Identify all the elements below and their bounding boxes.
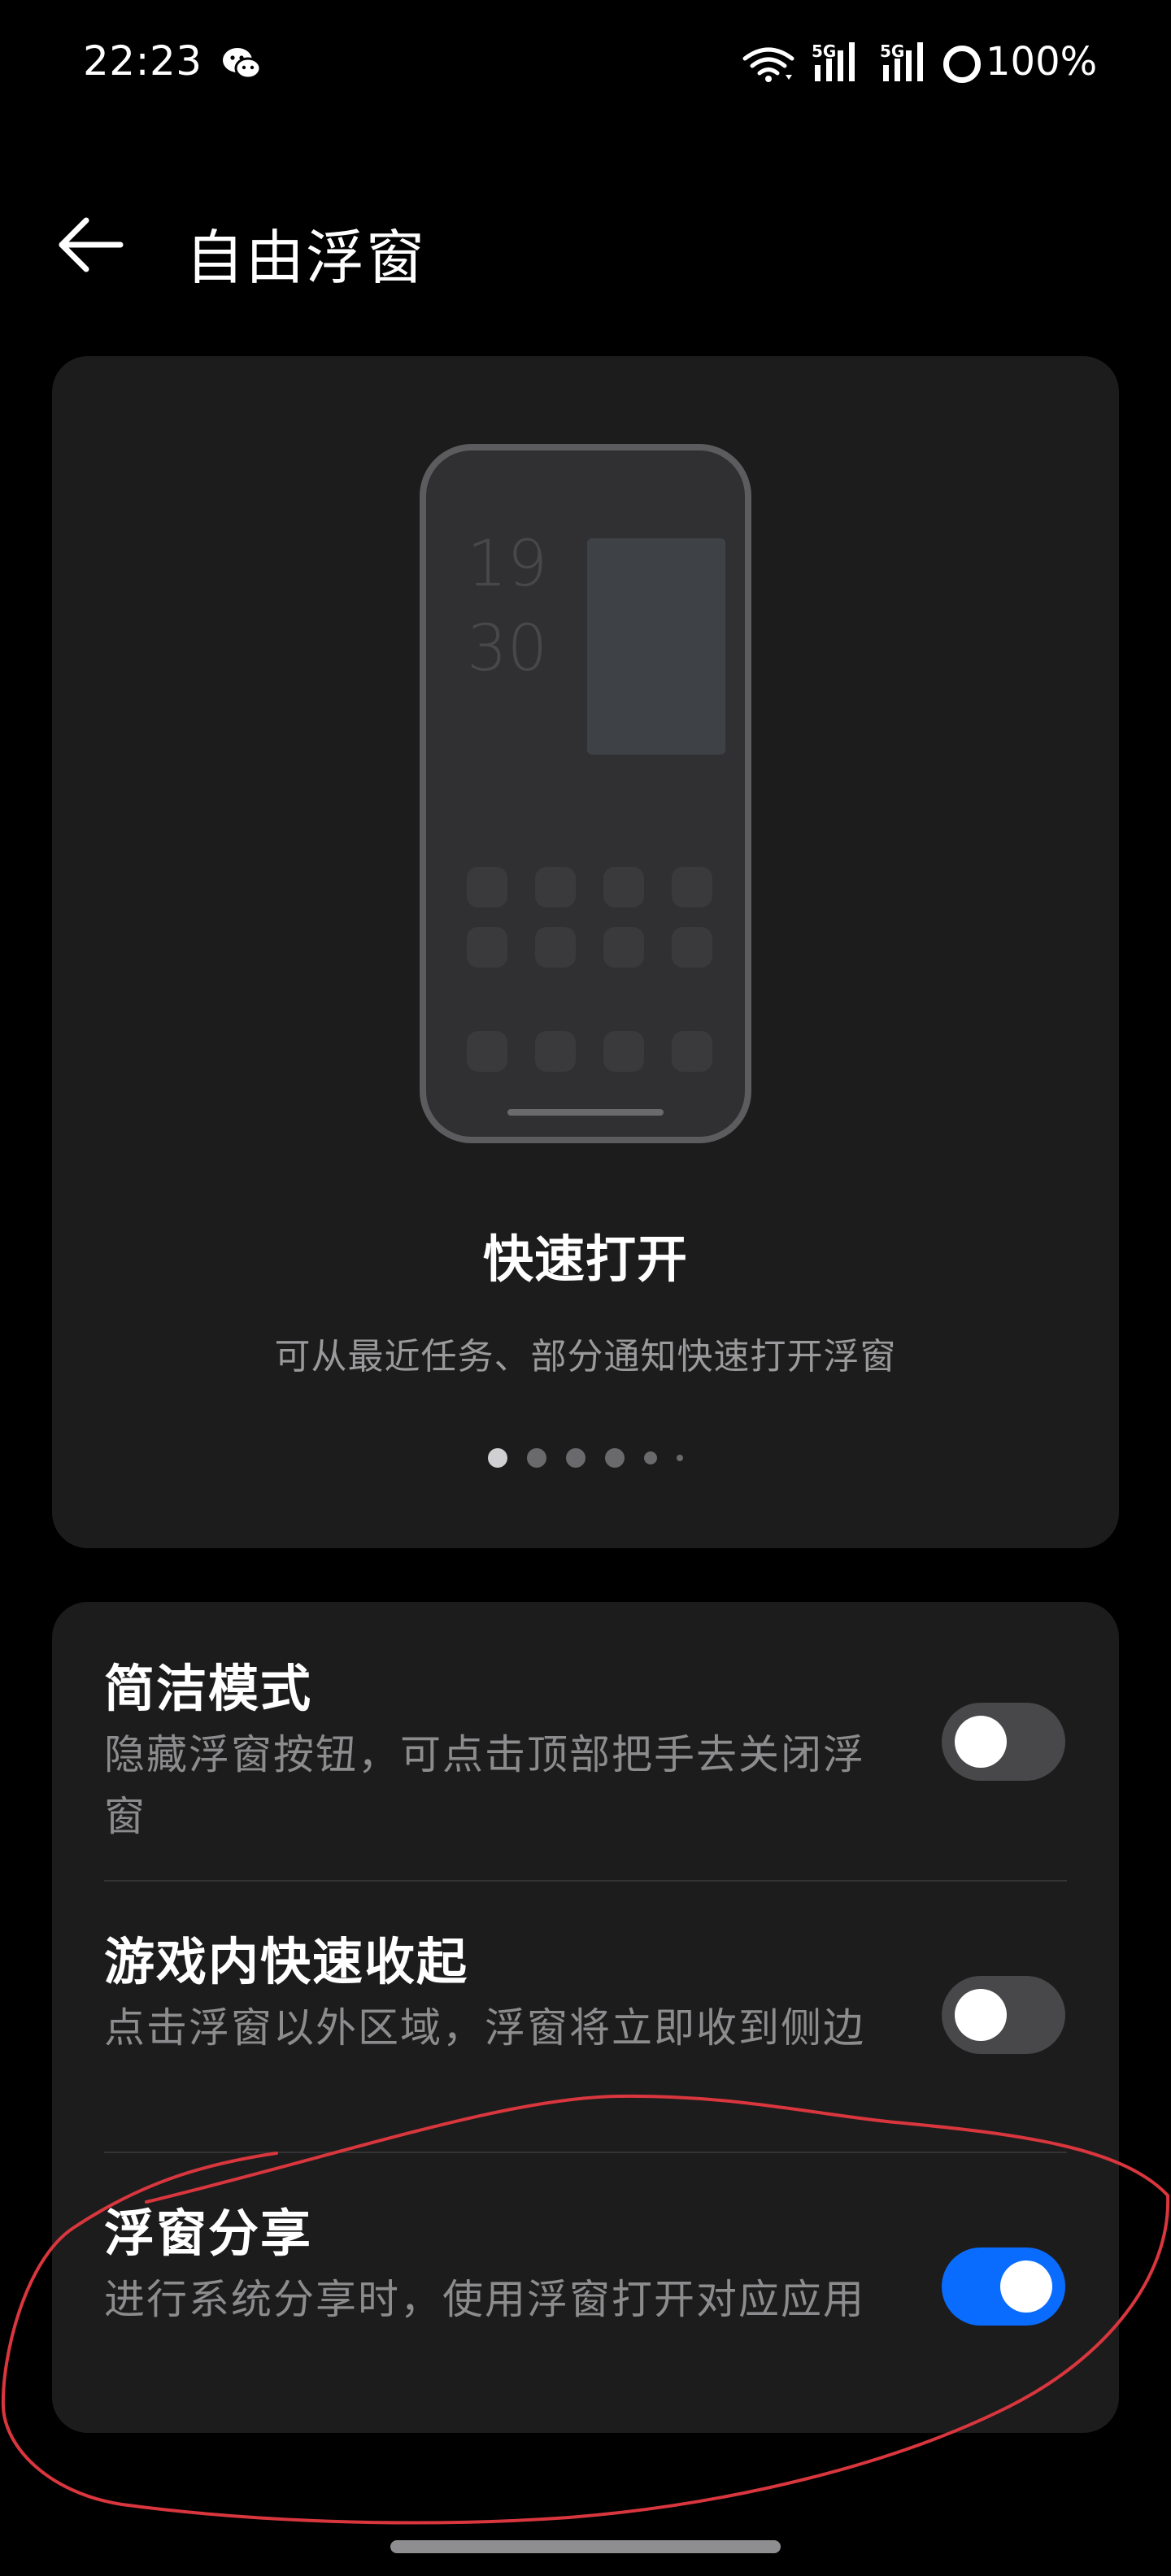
svg-text:5G: 5G — [812, 41, 836, 61]
page-dot-2[interactable] — [527, 1448, 546, 1468]
arrow-left-icon[interactable] — [57, 216, 125, 273]
setting-row-game-quick-collapse[interactable]: 游戏内快速收起 点击浮窗以外区域，浮窗将立即收到侧边 — [52, 1875, 1119, 2147]
clock-hour: 19 — [467, 528, 548, 601]
page-dot-5[interactable] — [644, 1451, 657, 1464]
setting-title: 游戏内快速收起 — [104, 1932, 469, 1991]
game-quick-collapse-toggle[interactable] — [942, 1976, 1065, 2054]
setting-title: 浮窗分享 — [104, 2204, 313, 2263]
setting-description: 进行系统分享时，使用浮窗打开对应应用 — [104, 2276, 865, 2323]
battery-level: 100% — [986, 39, 1098, 85]
status-time: 22:23 — [83, 37, 202, 85]
compact-mode-toggle[interactable] — [942, 1703, 1065, 1781]
status-bar: 22:23 5G 5G 100% — [0, 0, 1171, 122]
app-icon — [672, 927, 712, 968]
app-icon — [467, 927, 507, 968]
page-dot-6[interactable] — [677, 1455, 683, 1461]
clock-widget: 19 30 — [467, 522, 547, 691]
5g-signal-icon-2: 5G — [880, 41, 923, 81]
feature-preview-card[interactable]: 19 30 快速打开 可从最近任务、部分通知快速打开浮窗 — [52, 356, 1119, 1548]
battery-ring-icon — [943, 46, 981, 83]
app-icon — [603, 927, 644, 968]
toggle-knob — [955, 1716, 1007, 1768]
setting-description: 点击浮窗以外区域，浮窗将立即收到侧边 — [104, 2004, 865, 2052]
settings-card: 简洁模式 隐藏浮窗按钮，可点击顶部把手去关闭浮窗 游戏内快速收起 点击浮窗以外区… — [52, 1602, 1119, 2433]
app-icon — [535, 867, 576, 907]
dock-icon — [603, 1031, 644, 1072]
setting-row-floating-share[interactable]: 浮窗分享 进行系统分享时，使用浮窗打开对应应用 — [52, 2147, 1119, 2418]
page-dot-4[interactable] — [605, 1448, 625, 1468]
wifi-icon — [742, 47, 794, 82]
clock-minute: 30 — [467, 612, 548, 685]
toggle-knob — [1000, 2261, 1052, 2313]
5g-signal-icon: 5G — [812, 41, 855, 81]
phone-home-indicator — [507, 1109, 664, 1116]
page-dot-1[interactable] — [488, 1448, 507, 1468]
app-icon — [603, 867, 644, 907]
floating-share-toggle[interactable] — [942, 2247, 1065, 2326]
app-icon — [535, 927, 576, 968]
setting-title: 简洁模式 — [104, 1659, 313, 1718]
toggle-knob — [955, 1989, 1007, 2041]
page-title: 自由浮窗 — [185, 224, 427, 292]
setting-row-compact-mode[interactable]: 简洁模式 隐藏浮窗按钮，可点击顶部把手去关闭浮窗 — [52, 1602, 1119, 1873]
svg-text:5G: 5G — [880, 41, 904, 61]
phone-illustration: 19 30 — [420, 444, 751, 1143]
floating-window-illustration — [587, 538, 725, 755]
gesture-navigation-bar[interactable] — [390, 2540, 781, 2553]
dock-icon — [672, 1031, 712, 1072]
app-icon — [467, 867, 507, 907]
feature-title: 快速打开 — [482, 1229, 688, 1289]
page-dot-3[interactable] — [566, 1448, 586, 1468]
app-icon — [672, 867, 712, 907]
setting-description: 隐藏浮窗按钮，可点击顶部把手去关闭浮窗 — [104, 1731, 865, 1840]
wechat-icon — [223, 48, 262, 80]
dock-icon — [467, 1031, 507, 1072]
dock-icon — [535, 1031, 576, 1072]
page-indicator[interactable] — [52, 1446, 1119, 1470]
feature-description: 可从最近任务、部分通知快速打开浮窗 — [274, 1336, 897, 1377]
